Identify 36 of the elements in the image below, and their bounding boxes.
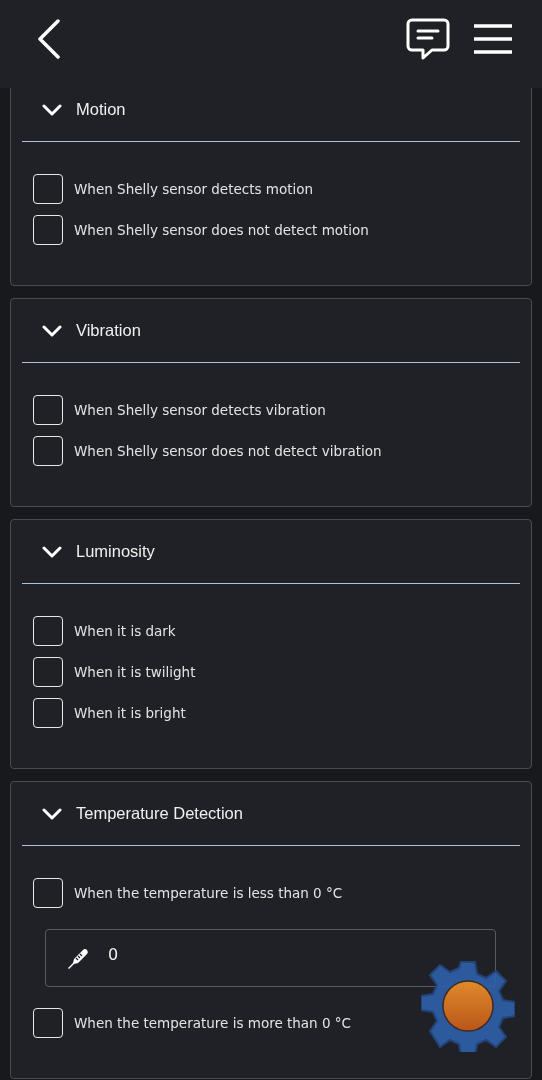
chevron-icon	[42, 545, 62, 558]
checkbox-label: When the temperature is more than 0 °C	[74, 1015, 351, 1031]
checkbox[interactable]	[33, 878, 63, 908]
menu-icon	[474, 23, 512, 55]
checkbox-label: When it is bright	[74, 705, 186, 721]
checkbox-label: When Shelly sensor detects motion	[74, 181, 314, 197]
chat-button[interactable]	[406, 18, 450, 60]
checkbox-label: When Shelly sensor does not detect motion	[74, 222, 369, 238]
checkbox-label: When it is twilight	[74, 664, 196, 680]
chevron-icon	[42, 324, 62, 337]
section-header[interactable]: Motion	[22, 88, 520, 142]
checkbox[interactable]	[33, 436, 63, 466]
section-header[interactable]: Vibration	[22, 299, 520, 363]
back-icon	[36, 19, 62, 59]
checkbox[interactable]	[33, 616, 63, 646]
temperature-field[interactable]: 0	[45, 929, 496, 987]
back-button[interactable]	[36, 19, 62, 59]
gear-icon	[421, 960, 515, 1052]
thermometer-icon	[66, 946, 90, 970]
settings-button[interactable]	[421, 960, 515, 1052]
checkbox[interactable]	[33, 395, 63, 425]
section-header[interactable]: Temperature Detection	[22, 782, 520, 846]
checkbox[interactable]	[33, 1008, 63, 1038]
checkbox[interactable]	[33, 657, 63, 687]
checkbox-label: When Shelly sensor does not detect vibration	[74, 443, 382, 459]
chevron-icon	[42, 103, 62, 116]
checkbox[interactable]	[33, 174, 63, 204]
checkbox[interactable]	[33, 215, 63, 245]
chat-icon	[406, 18, 450, 60]
section-header[interactable]: Luminosity	[22, 520, 520, 584]
menu-button[interactable]	[474, 23, 512, 55]
checkbox-label: When it is dark	[74, 623, 176, 639]
checkbox[interactable]	[33, 698, 63, 728]
chevron-icon	[42, 807, 62, 820]
checkbox-label: When the temperature is less than 0 °C	[74, 885, 343, 901]
checkbox-label: When Shelly sensor detects vibration	[74, 402, 326, 418]
